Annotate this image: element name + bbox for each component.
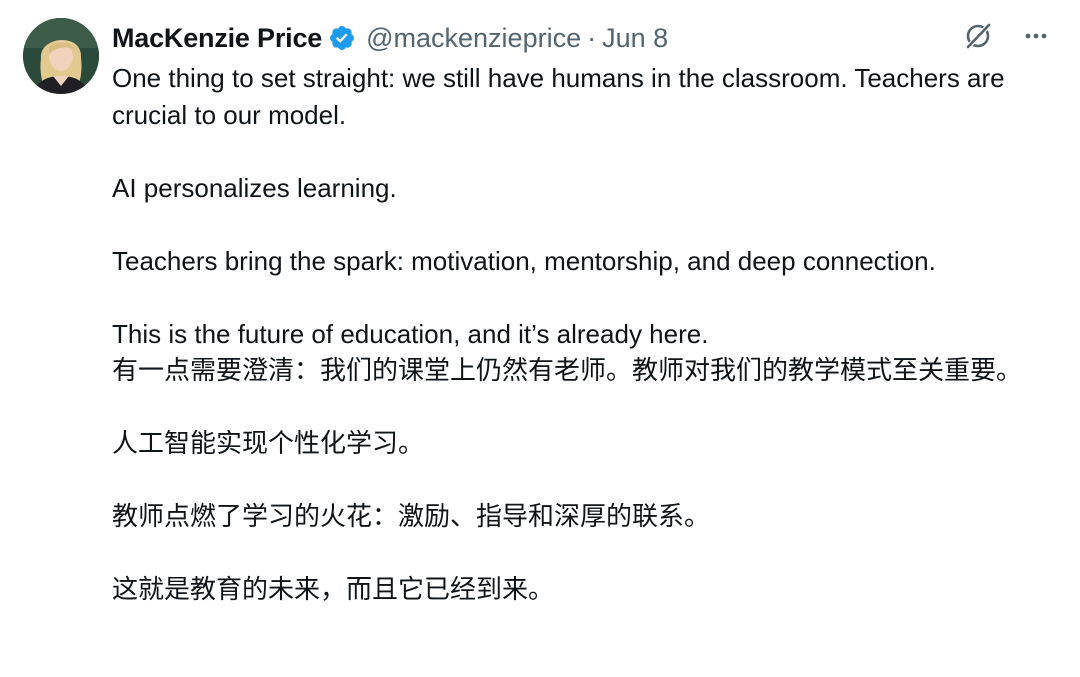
tweet-text: One thing to set straight: we still have… (112, 60, 1052, 608)
tweet-paragraph-zh-1: 有一点需要澄清：我们的课堂上仍然有老师。教师对我们的教学模式至关重要。 (112, 355, 1023, 385)
tweet-paragraph-zh-3: 教师点燃了学习的火花：激励、指导和深厚的联系。 (112, 501, 711, 531)
grok-icon[interactable] (962, 20, 994, 52)
tweet-date[interactable]: Jun 8 (602, 23, 668, 54)
tweet-paragraph-en-3: Teachers bring the spark: motivation, me… (112, 245, 936, 276)
avatar[interactable] (23, 18, 99, 94)
tweet-paragraph-zh-4: 这就是教育的未来，而且它已经到来。 (112, 574, 555, 604)
avatar-image (23, 18, 99, 94)
tweet-header: MacKenzie Price @mackenzieprice · Jun 8 (112, 18, 668, 58)
author-handle[interactable]: @mackenzieprice (366, 23, 581, 54)
tweet-card: MacKenzie Price @mackenzieprice · Jun 8 … (0, 0, 1080, 677)
tweet-paragraph-en-1: One thing to set straight: we still have… (112, 63, 1005, 130)
tweet-paragraph-zh-2: 人工智能实现个性化学习。 (112, 428, 425, 458)
more-options-icon[interactable] (1020, 20, 1052, 52)
author-name[interactable]: MacKenzie Price (112, 23, 322, 54)
tweet-paragraph-en-2: AI personalizes learning. (112, 172, 397, 203)
tweet-actions (962, 20, 1052, 52)
verified-badge-icon[interactable] (328, 24, 356, 52)
header-separator: · (587, 22, 597, 53)
tweet-paragraph-en-4: This is the future of education, and it’… (112, 318, 709, 349)
